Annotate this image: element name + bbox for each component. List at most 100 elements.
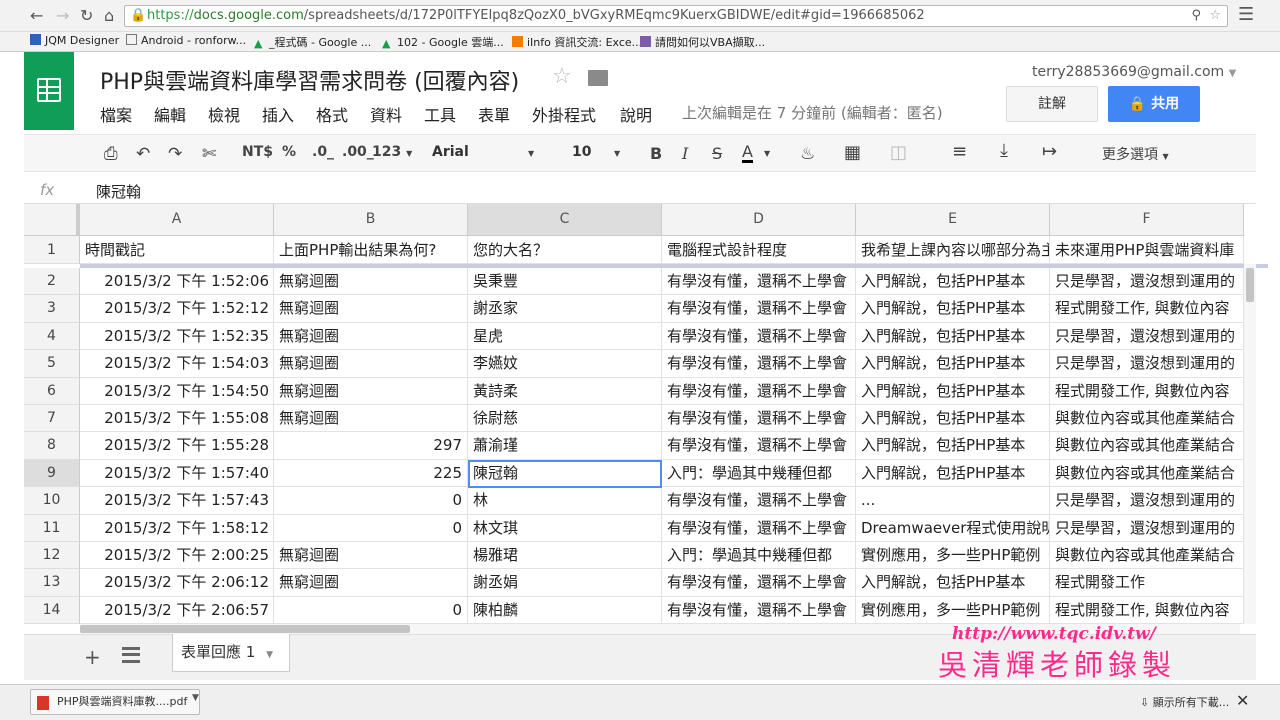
- table-cell[interactable]: 有學沒有懂，還稱不上學會: [662, 487, 856, 515]
- header-cell[interactable]: 我希望上課內容以哪部分為主: [856, 236, 1050, 264]
- menu-insert[interactable]: 插入: [262, 102, 294, 126]
- show-all-downloads-link[interactable]: ⇩ 顯示所有下載...: [1140, 694, 1229, 710]
- text-color-button[interactable]: A: [742, 144, 753, 163]
- table-cell[interactable]: 林文琪: [468, 514, 662, 542]
- table-cell[interactable]: 吳秉豐: [468, 268, 662, 296]
- strikethrough-button[interactable]: S: [712, 144, 722, 163]
- table-cell[interactable]: 有學沒有懂，還稱不上學會: [662, 432, 856, 460]
- table-cell[interactable]: 無窮迴圈: [274, 268, 468, 296]
- italic-button[interactable]: I: [682, 144, 688, 163]
- header-cell[interactable]: 您的大名？: [468, 236, 662, 264]
- scroll-thumb[interactable]: [80, 625, 410, 633]
- menu-format[interactable]: 格式: [316, 102, 348, 126]
- table-cell[interactable]: 2015/3/2 下午 1:52:06: [80, 268, 274, 296]
- table-cell[interactable]: 2015/3/2 下午 1:52:12: [80, 295, 274, 323]
- table-cell[interactable]: 謝丞家: [468, 295, 662, 323]
- table-cell[interactable]: 與數位內容或其他產業結合: [1050, 405, 1244, 433]
- folder-icon[interactable]: [588, 70, 608, 86]
- share-button[interactable]: 🔒 共用: [1108, 86, 1200, 122]
- table-cell[interactable]: 只是學習，還沒想到運用的: [1050, 514, 1244, 542]
- table-cell[interactable]: 2015/3/2 下午 1:55:08: [80, 405, 274, 433]
- table-cell[interactable]: 無窮迴圈: [274, 405, 468, 433]
- table-cell[interactable]: 有學沒有懂，還稱不上學會: [662, 405, 856, 433]
- sheets-logo[interactable]: [24, 52, 74, 130]
- table-cell[interactable]: 陳柏麟: [468, 596, 662, 625]
- table-cell[interactable]: 只是學習，還沒想到運用的: [1050, 322, 1244, 351]
- menu-file[interactable]: 檔案: [100, 102, 132, 126]
- table-cell[interactable]: 297: [274, 432, 468, 460]
- table-cell[interactable]: 入門解說，包括PHP基本: [856, 569, 1050, 597]
- document-title[interactable]: PHP與雲端資料庫學習需求問卷 (回覆內容): [100, 64, 519, 96]
- table-cell[interactable]: 楊雅珺: [468, 542, 662, 570]
- merge-cells-icon[interactable]: ◫: [890, 142, 907, 163]
- table-cell[interactable]: 程式開發工作, 與數位內容: [1050, 596, 1244, 625]
- bookmark-item[interactable]: JQM Designer: [30, 34, 119, 47]
- table-cell[interactable]: 2015/3/2 下午 1:57:43: [80, 487, 274, 515]
- chevron-down-icon[interactable]: ▼: [614, 149, 620, 158]
- download-item[interactable]: PHP與雲端資料庫教....pdf: [30, 689, 200, 715]
- table-cell[interactable]: 程式開發工作, 與數位內容: [1050, 295, 1244, 323]
- table-cell[interactable]: 0: [274, 596, 468, 625]
- table-cell[interactable]: 入門解說，包括PHP基本: [856, 295, 1050, 323]
- table-cell[interactable]: 0: [274, 487, 468, 515]
- row-header[interactable]: 10: [24, 487, 80, 515]
- row-header[interactable]: 11: [24, 514, 80, 542]
- table-cell[interactable]: 實例應用，多一些PHP範例: [856, 542, 1050, 570]
- table-cell[interactable]: 無窮迴圈: [274, 350, 468, 378]
- scroll-thumb[interactable]: [1246, 268, 1254, 302]
- table-cell[interactable]: 入門解說，包括PHP基本: [856, 432, 1050, 460]
- table-cell[interactable]: 入門：學過其中幾種但都: [662, 542, 856, 570]
- table-cell[interactable]: 與數位內容或其他產業結合: [1050, 542, 1244, 570]
- column-header[interactable]: F: [1050, 204, 1244, 236]
- table-cell[interactable]: Dreamwaever程式使用說明: [856, 514, 1050, 542]
- menu-addons[interactable]: 外掛程式: [532, 102, 596, 126]
- table-cell[interactable]: 有學沒有懂，還稱不上學會: [662, 569, 856, 597]
- table-cell[interactable]: 2015/3/2 下午 1:54:03: [80, 350, 274, 378]
- table-cell[interactable]: 只是學習，還沒想到運用的: [1050, 487, 1244, 515]
- table-cell[interactable]: 無窮迴圈: [274, 295, 468, 323]
- font-family-select[interactable]: Arial: [432, 144, 469, 160]
- table-cell[interactable]: 入門解說，包括PHP基本: [856, 405, 1050, 433]
- fill-color-icon[interactable]: ♨: [800, 144, 815, 164]
- table-cell[interactable]: 有學沒有懂，還稱不上學會: [662, 377, 856, 405]
- row-header[interactable]: 7: [24, 405, 80, 433]
- row-header[interactable]: 12: [24, 542, 80, 570]
- address-bar[interactable]: 🔒 https://docs.google.com/spreadsheets/d…: [124, 5, 1228, 27]
- menu-view[interactable]: 檢視: [208, 102, 240, 126]
- bookmark-item[interactable]: Android - ronforw...: [126, 34, 246, 47]
- close-icon[interactable]: ✕: [1236, 691, 1249, 710]
- font-size-select[interactable]: 10: [572, 144, 591, 160]
- menu-form[interactable]: 表單: [478, 102, 510, 126]
- column-header[interactable]: D: [662, 204, 856, 236]
- reload-icon[interactable]: ↻: [80, 6, 93, 25]
- table-cell[interactable]: 徐尉慈: [468, 405, 662, 433]
- row-header[interactable]: 4: [24, 322, 80, 351]
- menu-edit[interactable]: 編輯: [154, 102, 186, 126]
- bookmark-star-icon[interactable]: ☆: [1209, 6, 1221, 26]
- row-header[interactable]: 3: [24, 295, 80, 323]
- vertical-align-icon[interactable]: ⤓: [1000, 140, 1008, 161]
- increase-decimal-button[interactable]: .00_: [342, 144, 374, 160]
- row-header[interactable]: 14: [24, 596, 80, 625]
- table-cell[interactable]: 無窮迴圈: [274, 542, 468, 570]
- table-cell[interactable]: 入門：學過其中幾種但都: [662, 459, 856, 488]
- column-header[interactable]: E: [856, 204, 1050, 236]
- back-icon[interactable]: ←: [30, 6, 43, 25]
- table-cell[interactable]: 2015/3/2 下午 1:57:40: [80, 459, 274, 488]
- table-cell[interactable]: 2015/3/2 下午 2:06:12: [80, 569, 274, 597]
- table-cell[interactable]: 陳冠翰: [468, 459, 662, 488]
- text-wrap-icon[interactable]: ↦: [1042, 141, 1057, 162]
- table-cell[interactable]: 入門解說，包括PHP基本: [856, 377, 1050, 405]
- table-cell[interactable]: 2015/3/2 下午 1:58:12: [80, 514, 274, 542]
- table-cell[interactable]: 2015/3/2 下午 1:52:35: [80, 322, 274, 351]
- sheet-tab[interactable]: 表單回應 1 ▼: [172, 634, 290, 672]
- table-cell[interactable]: 李嬿妏: [468, 350, 662, 378]
- column-header[interactable]: A: [80, 204, 274, 236]
- table-cell[interactable]: 星虎: [468, 322, 662, 351]
- table-cell[interactable]: 謝丞娟: [468, 569, 662, 597]
- table-cell[interactable]: 有學沒有懂，還稱不上學會: [662, 322, 856, 351]
- header-cell[interactable]: 時間戳記: [80, 236, 274, 264]
- table-cell[interactable]: 有學沒有懂，還稱不上學會: [662, 514, 856, 542]
- header-cell[interactable]: 上面PHP輸出結果為何?: [274, 236, 468, 264]
- chevron-down-icon[interactable]: ▼: [528, 149, 534, 158]
